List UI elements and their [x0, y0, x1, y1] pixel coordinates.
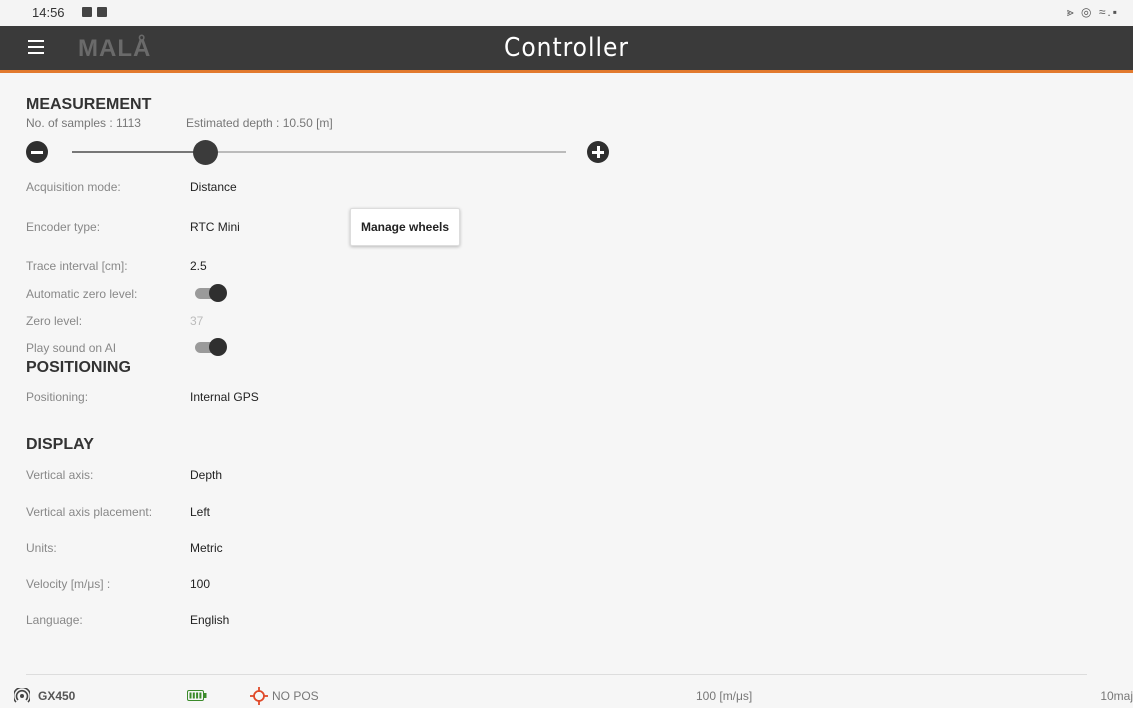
status-time: 14:56	[32, 5, 65, 20]
footer-status-bar: GX450 NO POS 100 [m/μs] 10maj	[0, 684, 1133, 708]
samples-slider-fill	[72, 151, 206, 153]
trace-interval-value[interactable]: 2.5	[190, 259, 207, 273]
play-sound-label: Play sound on AI	[26, 341, 117, 355]
language-value[interactable]: English	[190, 613, 229, 627]
units-label: Units:	[26, 541, 57, 555]
image-notification-icon	[82, 7, 92, 17]
manage-wheels-button[interactable]: Manage wheels	[350, 208, 460, 246]
zero-level-value: 37	[190, 314, 204, 328]
play-sound-toggle[interactable]	[195, 338, 227, 356]
vertical-axis-value[interactable]: Depth	[190, 468, 222, 482]
footer-right-text: 10maj	[1100, 689, 1133, 703]
velocity-value[interactable]: 100	[190, 577, 210, 591]
zero-level-label: Zero level:	[26, 314, 83, 328]
device-name: GX450	[38, 689, 76, 703]
measurement-section-title: MEASUREMENT	[26, 96, 152, 113]
vertical-axis-label: Vertical axis:	[26, 468, 94, 482]
page-title: Controller	[504, 33, 629, 63]
acquisition-mode-value[interactable]: Distance	[190, 180, 237, 194]
gallery-notification-icon	[97, 7, 107, 17]
crosshair-icon	[250, 687, 268, 705]
position-status: NO POS	[272, 689, 319, 703]
encoder-type-value[interactable]: RTC Mini	[190, 220, 240, 234]
minus-icon	[31, 151, 43, 154]
language-label: Language:	[26, 613, 83, 627]
increase-samples-button[interactable]	[587, 141, 609, 163]
auto-zero-level-toggle[interactable]	[195, 284, 227, 302]
decrease-samples-button[interactable]	[26, 141, 48, 163]
auto-zero-level-label: Automatic zero level:	[26, 287, 138, 301]
battery-icon	[187, 690, 207, 701]
footer-velocity: 100 [m/μs]	[696, 689, 753, 703]
encoder-type-label: Encoder type:	[26, 220, 101, 234]
vertical-axis-placement-label: Vertical axis placement:	[26, 505, 153, 519]
trace-interval-label: Trace interval [cm]:	[26, 259, 128, 273]
velocity-label: Velocity [m/μs] :	[26, 577, 111, 591]
system-status-bar: 14:56 ⪢ ◎ ≈.▪	[0, 0, 1133, 26]
wireless-signal-icon	[14, 688, 30, 703]
positioning-label: Positioning:	[26, 390, 89, 404]
units-value[interactable]: Metric	[190, 541, 223, 555]
app-bar: MALÅ Controller	[0, 26, 1133, 73]
positioning-section-title: POSITIONING	[26, 359, 131, 376]
positioning-value[interactable]: Internal GPS	[190, 390, 259, 404]
acquisition-mode-label: Acquisition mode:	[26, 180, 121, 194]
samples-slider-thumb[interactable]	[192, 140, 218, 165]
footer-divider	[26, 674, 1087, 675]
display-section-title: DISPLAY	[26, 436, 94, 453]
samples-slider-track[interactable]	[72, 151, 566, 153]
estimated-depth: Estimated depth : 10.50 [m]	[186, 116, 333, 130]
vertical-axis-placement-value[interactable]: Left	[190, 505, 210, 519]
samples-count: No. of samples : 1113	[26, 116, 141, 130]
system-indicator-icons: ⪢ ◎ ≈.▪	[1066, 5, 1119, 19]
